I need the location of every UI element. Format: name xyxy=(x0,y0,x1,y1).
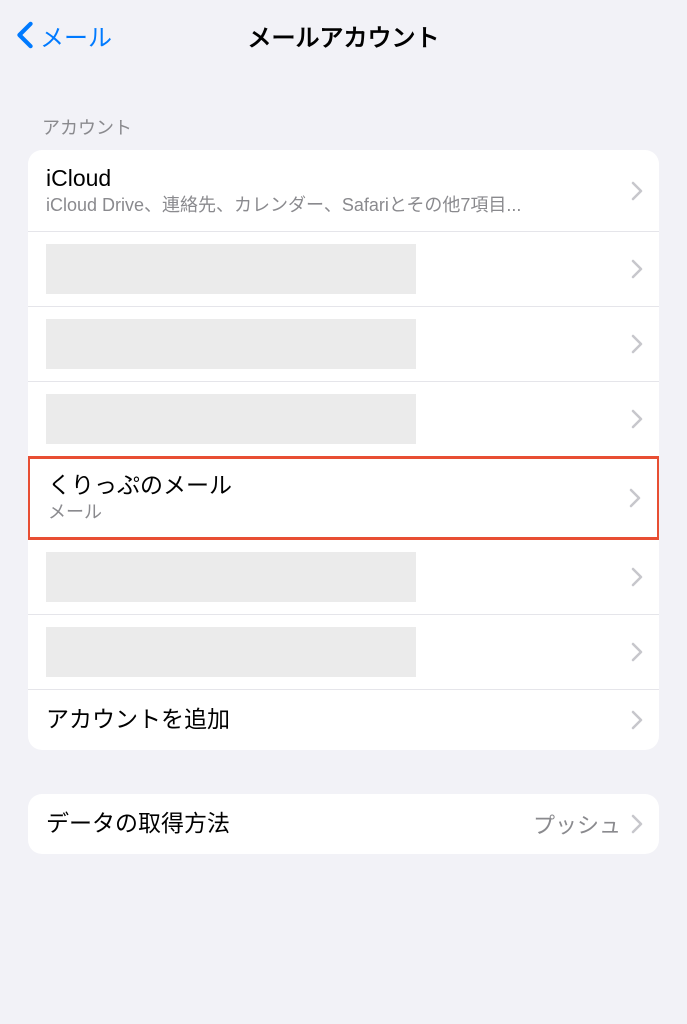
page-title: メールアカウント xyxy=(248,18,440,53)
account-subtitle: iCloud Drive、連絡先、カレンダー、Safariとその他7項目... xyxy=(46,194,631,217)
chevron-right-icon xyxy=(629,488,641,508)
accounts-section-header: アカウント xyxy=(28,70,659,150)
fetch-data-row[interactable]: データの取得方法 プッシュ xyxy=(28,794,659,854)
chevron-right-icon xyxy=(631,814,643,834)
account-row-highlighted[interactable]: くりっぷのメール メール xyxy=(28,456,659,539)
account-title: iCloud xyxy=(46,164,631,194)
chevron-right-icon xyxy=(631,710,643,730)
add-account-row[interactable]: アカウントを追加 xyxy=(28,690,659,750)
navigation-bar: メール メールアカウント xyxy=(0,0,687,70)
account-row-redacted[interactable] xyxy=(28,232,659,307)
account-row-redacted[interactable] xyxy=(28,307,659,382)
fetch-section: データの取得方法 プッシュ xyxy=(28,794,659,854)
fetch-data-value: プッシュ xyxy=(533,808,621,840)
account-subtitle: メール xyxy=(48,501,629,524)
chevron-right-icon xyxy=(631,642,643,662)
redacted-content xyxy=(46,244,416,294)
chevron-right-icon xyxy=(631,409,643,429)
account-row-redacted[interactable] xyxy=(28,540,659,615)
chevron-right-icon xyxy=(631,181,643,201)
back-label: メール xyxy=(40,18,112,53)
account-row-icloud[interactable]: iCloud iCloud Drive、連絡先、カレンダー、Safariとその他… xyxy=(28,150,659,232)
accounts-section: iCloud iCloud Drive、連絡先、カレンダー、Safariとその他… xyxy=(28,150,659,750)
chevron-left-icon xyxy=(16,21,34,49)
redacted-content xyxy=(46,394,416,444)
redacted-content xyxy=(46,319,416,369)
account-row-redacted[interactable] xyxy=(28,615,659,690)
account-row-redacted[interactable] xyxy=(28,382,659,457)
back-button[interactable]: メール xyxy=(16,18,112,53)
fetch-data-label: データの取得方法 xyxy=(46,809,533,839)
redacted-content xyxy=(46,552,416,602)
chevron-right-icon xyxy=(631,334,643,354)
chevron-right-icon xyxy=(631,567,643,587)
account-title: くりっぷのメール xyxy=(48,471,629,501)
chevron-right-icon xyxy=(631,259,643,279)
add-account-label: アカウントを追加 xyxy=(46,705,631,735)
redacted-content xyxy=(46,627,416,677)
